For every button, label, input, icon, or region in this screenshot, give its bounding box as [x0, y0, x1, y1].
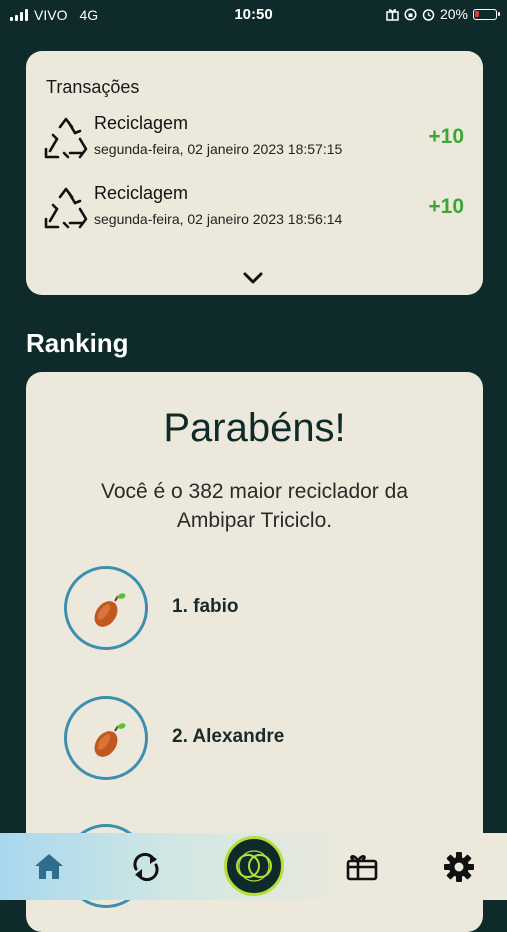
ranking-message: Você é o 382 maior reciclador da Ambipar…: [100, 480, 408, 532]
ranking-entry[interactable]: 1. fabio: [64, 566, 444, 656]
transaction-points: +10: [428, 195, 464, 218]
transaction-datetime: segunda-feira, 02 janeiro 2023 18:57:15: [94, 141, 343, 157]
status-right: 20%: [386, 6, 500, 22]
chevron-down-icon[interactable]: [242, 271, 264, 285]
congrats-title: Parabéns!: [163, 406, 346, 450]
gift-icon[interactable]: [344, 849, 380, 885]
refresh-icon[interactable]: [128, 849, 164, 885]
battery-label: 20%: [439, 6, 468, 22]
status-bar: VIVO 4G 10:50 20%: [0, 0, 507, 30]
recycle-icon: [44, 187, 88, 229]
transaction-points: +10: [428, 125, 464, 148]
ranking-entry-label: 2. Alexandre: [172, 726, 285, 747]
transaction-item[interactable]: Reciclagem segunda-feira, 02 janeiro 202…: [44, 113, 464, 165]
transactions-card: Transações Reciclagem segunda-feira, 02 …: [26, 51, 483, 295]
rotation-lock-icon: [404, 7, 417, 21]
ranking-heading: Ranking: [26, 328, 129, 358]
center-logo-button[interactable]: [224, 836, 284, 896]
avatar: [64, 696, 148, 780]
tab-bar: [0, 833, 507, 900]
gear-icon[interactable]: [441, 849, 477, 885]
transaction-label: Reciclagem: [94, 113, 189, 133]
gift-status-icon: [386, 8, 399, 21]
cocoa-pod-icon: [94, 723, 126, 757]
transaction-datetime: segunda-feira, 02 janeiro 2023 18:56:14: [94, 211, 343, 227]
cocoa-pod-icon: [94, 593, 126, 627]
recycle-icon: [44, 117, 88, 159]
battery-icon: [473, 8, 500, 20]
transaction-item[interactable]: Reciclagem segunda-feira, 02 janeiro 202…: [44, 183, 464, 235]
avatar: [64, 566, 148, 650]
ranking-entry[interactable]: 2. Alexandre: [64, 696, 444, 786]
alarm-icon: [422, 8, 435, 21]
transaction-label: Reciclagem: [94, 183, 189, 203]
home-icon[interactable]: [31, 849, 67, 885]
transactions-title: Transações: [46, 77, 140, 97]
ranking-entry-label: 1. fabio: [172, 596, 239, 617]
center-logo-icon: [236, 850, 272, 882]
